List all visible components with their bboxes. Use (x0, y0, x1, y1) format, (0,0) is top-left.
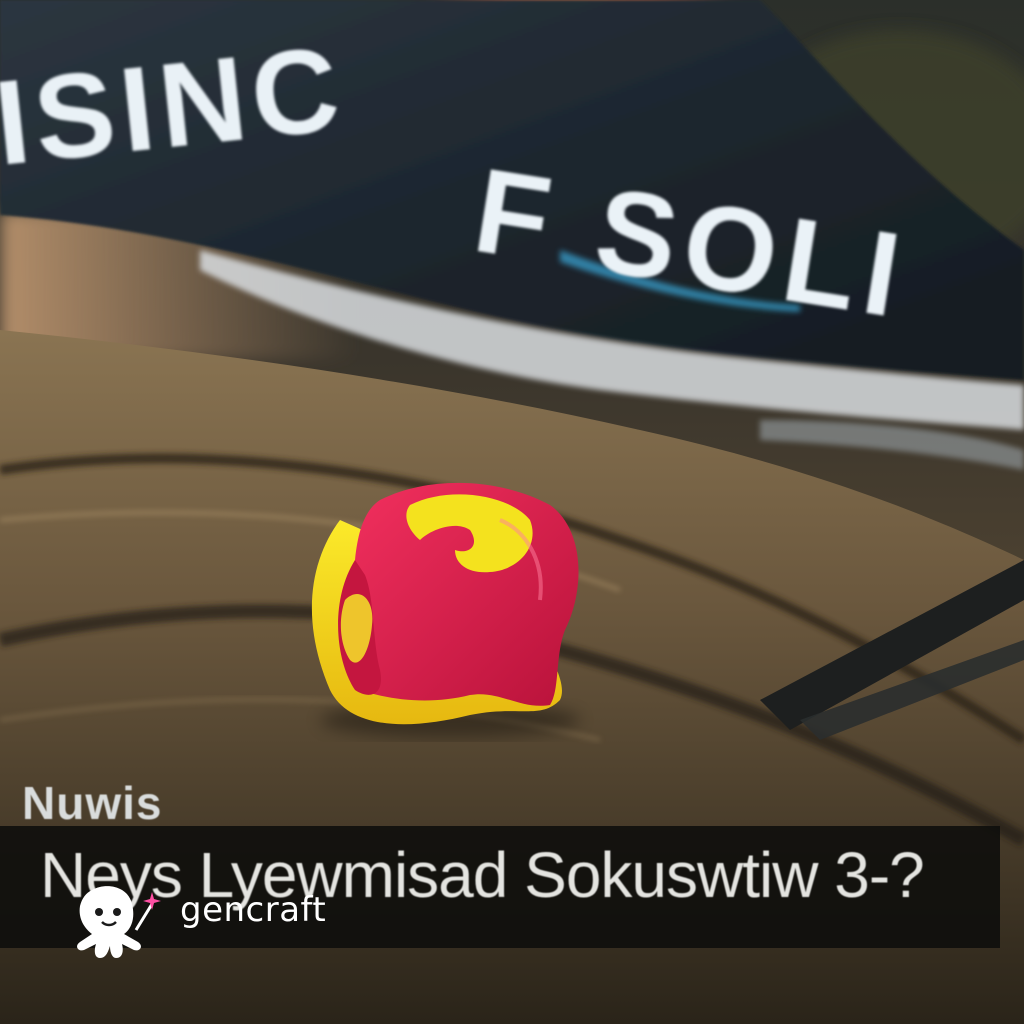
gencraft-watermark: gencraft (66, 882, 366, 962)
octopus-icon (77, 886, 161, 958)
watermark-brand: gencraft (180, 890, 327, 930)
corner-label: Nuwis (22, 777, 163, 829)
photo-scene: ISINC F SOLI Nuwis Neys Lyewmisad Sokusw… (0, 0, 1024, 1024)
